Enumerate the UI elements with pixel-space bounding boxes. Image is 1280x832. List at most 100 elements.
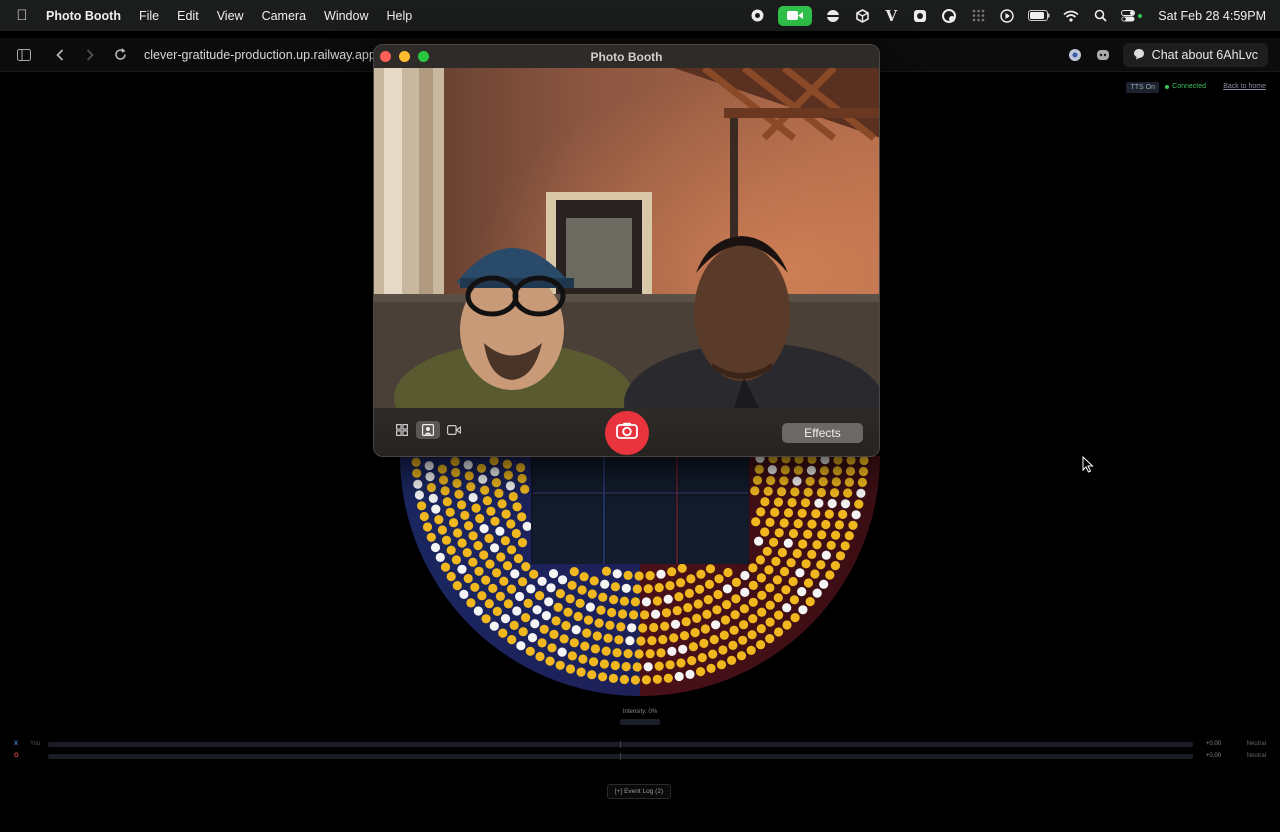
v-logo-icon[interactable]: V [883,7,899,25]
sphere-icon[interactable] [825,8,841,24]
x-track: X You +0.00 Neutral [0,739,1280,749]
seat-emoji [756,573,766,583]
seat-emoji [757,590,767,600]
photobooth-window: Photo Booth Effects [373,44,880,457]
seat-emoji [779,518,789,528]
o-track-value: +0.00 [1205,753,1221,759]
battery-icon[interactable] [1028,8,1050,24]
menu-file[interactable]: File [130,9,168,23]
seat-emoji [747,630,757,640]
video-mode-icon[interactable] [442,421,466,439]
record-icon[interactable] [749,8,765,24]
chat-button[interactable]: Chat about 6AhLvc [1122,43,1268,67]
event-log-button[interactable]: [+] Event Log (2) [607,784,671,799]
seat-emoji [798,605,808,615]
seat-emoji [755,555,765,565]
seat-emoji [739,620,749,630]
gear-box-icon[interactable] [912,8,928,24]
seat-emoji [830,488,840,498]
seat-emoji [490,543,500,553]
menu-view[interactable]: View [208,9,253,23]
seat-emoji [565,594,575,604]
menu-window[interactable]: Window [315,9,377,23]
seat-emoji [798,539,808,549]
seat-emoji [643,662,653,672]
url-text[interactable]: clever-gratitude-production.up.railway.a… [144,48,376,62]
seat-emoji [511,528,521,539]
search-icon[interactable] [1092,8,1108,24]
seat-emoji [727,655,737,665]
seat-emoji [770,507,780,517]
seat-emoji [771,556,781,566]
board-cell[interactable] [533,456,748,564]
wifi-icon[interactable] [1063,8,1079,24]
seat-emoji [797,508,807,518]
seat-emoji [489,621,499,631]
back-home-link[interactable]: Back to home [1223,83,1266,90]
menu-camera[interactable]: Camera [253,9,315,23]
extension-icon[interactable] [1067,47,1083,63]
close-window-button[interactable] [380,51,391,62]
seat-emoji [856,488,866,498]
seat-emoji [567,651,577,661]
seat-emoji [466,598,476,608]
seat-emoji [486,506,496,516]
intensity-bar [620,719,660,725]
photobooth-titlebar[interactable]: Photo Booth [374,45,879,68]
grid-dots-icon[interactable] [970,8,986,24]
tts-toggle[interactable]: TTS On [1126,82,1159,93]
seat-emoji [412,468,422,478]
single-photo-icon[interactable] [416,421,440,439]
seat-emoji [507,635,517,645]
seat-emoji [677,563,687,573]
seat-emoji [414,490,424,500]
seat-emoji [792,476,802,486]
game-board[interactable] [531,456,749,564]
control-center-icon[interactable] [1121,8,1143,24]
seat-emoji [488,583,498,593]
menu-edit[interactable]: Edit [168,9,208,23]
seat-emoji [711,620,721,630]
back-arrow-icon[interactable] [52,47,68,63]
seat-emoji [754,464,764,474]
seat-emoji [797,587,807,597]
grammarly-icon[interactable] [941,8,957,24]
cube-icon[interactable] [854,8,870,24]
seat-emoji [462,548,472,558]
reload-icon[interactable] [112,47,128,63]
apple-icon[interactable]:  [0,7,44,24]
effects-button[interactable]: Effects [782,423,863,443]
seat-emoji [559,634,569,644]
seat-emoji [793,465,803,475]
seat-emoji [601,566,612,576]
grid-view-icon[interactable] [390,421,414,439]
seat-emoji [684,588,694,598]
seat-emoji [476,463,487,473]
seat-emoji [832,466,842,476]
take-photo-button[interactable] [605,411,649,455]
sidebar-toggle-icon[interactable] [16,47,32,63]
forward-arrow-icon[interactable] [82,47,98,63]
menu-clock[interactable]: Sat Feb 28 4:59PM [1158,9,1266,23]
seat-emoji [697,653,707,663]
x-player-label: You [30,741,41,747]
seat-emoji [442,497,452,507]
seat-emoji [665,660,675,670]
seat-emoji [787,497,797,508]
seat-emoji [632,584,642,594]
zoom-window-button[interactable] [418,51,429,62]
seat-emoji [601,646,611,656]
seat-emoji [840,541,850,551]
seat-emoji [450,456,460,467]
seat-emoji [452,478,462,488]
seat-emoji [625,636,635,646]
minimize-window-button[interactable] [399,51,410,62]
play-circle-icon[interactable] [999,8,1015,24]
menu-help[interactable]: Help [378,9,422,23]
seat-emoji [473,606,483,616]
assistant-icon[interactable] [1095,47,1111,63]
menu-app-name[interactable]: Photo Booth [44,9,130,23]
seat-emoji [544,597,554,607]
seat-emoji [723,567,733,578]
camera-in-use-icon[interactable] [778,5,813,26]
